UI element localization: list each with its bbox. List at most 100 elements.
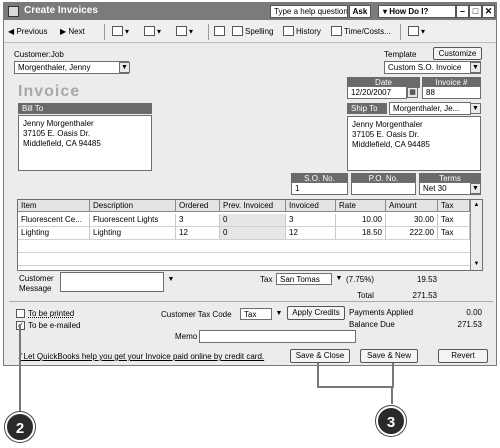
callout-line [317, 363, 319, 387]
row-divider [18, 265, 470, 266]
table-scrollbar[interactable]: ▲ ▼ [470, 200, 482, 270]
table-cell-item[interactable]: Lighting [18, 227, 90, 239]
column-header-item[interactable]: Item [18, 200, 90, 212]
online-payment-link[interactable]: ⁄ Let QuickBooks help you get your Invoi… [20, 352, 264, 361]
next-button[interactable]: ▶ Next [60, 26, 85, 38]
column-header-rate[interactable]: Rate [336, 200, 386, 212]
customer-job-select[interactable]: Morgenthaler, Jenny [14, 61, 129, 74]
ship-icon [176, 26, 187, 36]
time-costs-button[interactable]: Time/Costs... [331, 26, 391, 38]
save-close-button[interactable]: Save & Close [290, 349, 350, 363]
invoice-number-field[interactable]: 88 [422, 86, 481, 99]
toolbar-separator [104, 24, 105, 40]
revert-button[interactable]: Revert [438, 349, 488, 363]
total-label: Total [357, 291, 374, 300]
ship-to-line: Middlefield, CA 94485 [352, 140, 430, 149]
table-cell-rate[interactable]: 10.00 [336, 214, 386, 226]
how-do-i-button[interactable]: ▾ How Do I? [378, 5, 456, 18]
to-be-printed-label[interactable]: To be printed [28, 309, 74, 318]
ship-button[interactable]: ▾ [176, 26, 193, 38]
table-cell-rate[interactable]: 18.50 [336, 227, 386, 239]
chevron-down-icon[interactable]: ▼ [334, 274, 344, 285]
chevron-down-icon[interactable]: ▼ [166, 275, 176, 286]
previous-button[interactable]: ◀ Previous [8, 26, 48, 38]
table-cell-invoiced[interactable]: 3 [286, 214, 336, 226]
template-select[interactable]: Custom S.O. Invoice [384, 61, 481, 74]
find-button[interactable] [214, 26, 227, 38]
customize-button[interactable]: Customize [433, 47, 482, 60]
to-be-emailed-label[interactable]: To be e-mailed [28, 321, 80, 330]
bill-to-line: Jenny Morgenthaler [23, 119, 94, 128]
column-header-prev-invoiced[interactable]: Prev. Invoiced [220, 200, 286, 212]
attach-icon [408, 26, 419, 36]
customer-tax-code-select[interactable]: Tax [240, 308, 272, 320]
payments-applied-label: Payments Applied [349, 308, 414, 317]
column-header-tax[interactable]: Tax [438, 200, 470, 212]
clock-icon [331, 26, 342, 36]
calendar-icon[interactable]: ▦ [407, 87, 418, 98]
chevron-down-icon[interactable]: ▼ [274, 309, 284, 320]
attach-button[interactable]: ▾ [408, 26, 425, 38]
invoice-title: Invoice [18, 83, 81, 100]
save-new-button[interactable]: Save & New [360, 349, 418, 363]
chevron-down-icon[interactable]: ▼ [470, 183, 481, 194]
minimize-button[interactable]: – [456, 5, 469, 18]
line-items-table: Item Description Ordered Prev. Invoiced … [17, 199, 483, 271]
chevron-down-icon[interactable]: ▼ [470, 103, 481, 114]
apply-credits-button[interactable]: Apply Credits [287, 306, 345, 320]
memo-label: Memo [175, 332, 198, 341]
history-icon [283, 26, 294, 36]
column-header-description[interactable]: Description [90, 200, 176, 212]
tax-rate: (7.75%) [346, 275, 375, 284]
email-button[interactable]: ▾ [144, 26, 161, 38]
tax-item-select[interactable]: San Tomas [276, 273, 332, 285]
so-number-field[interactable]: 1 [291, 182, 348, 195]
table-cell-tax[interactable]: Tax [438, 227, 470, 239]
table-cell-description[interactable]: Fluorescent Lights [90, 214, 176, 226]
help-question-input[interactable]: Type a help question [270, 5, 348, 18]
table-cell-description[interactable]: Lighting [90, 227, 176, 239]
divider [9, 301, 493, 302]
history-button[interactable]: History [283, 26, 321, 38]
toolbar: ◀ Previous ▶ Next ▾ ▾ ▾ Spelling History… [4, 21, 496, 43]
callout-2: 2 [5, 412, 35, 442]
table-cell-invoiced[interactable]: 12 [286, 227, 336, 239]
table-cell-item[interactable]: Fluorescent Ce... [18, 214, 90, 226]
print-button[interactable]: ▾ [112, 26, 129, 38]
envelope-icon [144, 26, 155, 36]
maximize-button[interactable]: □ [469, 5, 482, 18]
scroll-up-icon[interactable]: ▲ [472, 201, 481, 210]
scroll-down-icon[interactable]: ▼ [472, 260, 481, 269]
table-cell-ordered[interactable]: 3 [176, 214, 220, 226]
total-amount: 271.53 [412, 291, 437, 300]
tax-label: Tax [260, 275, 273, 284]
close-button[interactable]: ✕ [482, 5, 495, 18]
date-field[interactable]: 12/20/2007 [347, 86, 407, 99]
memo-field[interactable] [199, 330, 356, 343]
chevron-down-icon[interactable]: ▼ [119, 62, 130, 73]
bill-to-address[interactable]: Jenny Morgenthaler 37105 E. Oasis Dr. Mi… [18, 115, 152, 171]
row-divider [18, 239, 470, 240]
chevron-down-icon[interactable]: ▼ [470, 62, 481, 73]
po-number-field[interactable] [351, 182, 416, 195]
column-header-amount[interactable]: Amount [386, 200, 438, 212]
table-cell-tax[interactable]: Tax [438, 214, 470, 226]
callout-line [19, 324, 21, 412]
table-cell-amount[interactable]: 222.00 [386, 227, 438, 239]
ship-to-select[interactable]: Morgenthaler, Je... [389, 102, 471, 115]
table-cell-amount[interactable]: 30.00 [386, 214, 438, 226]
column-header-ordered[interactable]: Ordered [176, 200, 220, 212]
table-cell-prev-invoiced: 0 [220, 227, 286, 239]
ship-to-address[interactable]: Jenny Morgenthaler 37105 E. Oasis Dr. Mi… [347, 116, 481, 171]
ask-button[interactable]: Ask [349, 5, 371, 18]
callout-line [317, 386, 394, 388]
column-header-invoiced[interactable]: Invoiced [286, 200, 336, 212]
printer-icon [112, 26, 123, 36]
to-be-printed-checkbox[interactable] [16, 309, 25, 318]
row-divider [18, 252, 470, 253]
callout-line [391, 386, 393, 404]
customer-message-field[interactable] [60, 272, 164, 292]
table-cell-ordered[interactable]: 12 [176, 227, 220, 239]
spelling-button[interactable]: Spelling [232, 26, 273, 38]
title-bar[interactable]: Create Invoices Type a help question Ask… [4, 3, 496, 20]
